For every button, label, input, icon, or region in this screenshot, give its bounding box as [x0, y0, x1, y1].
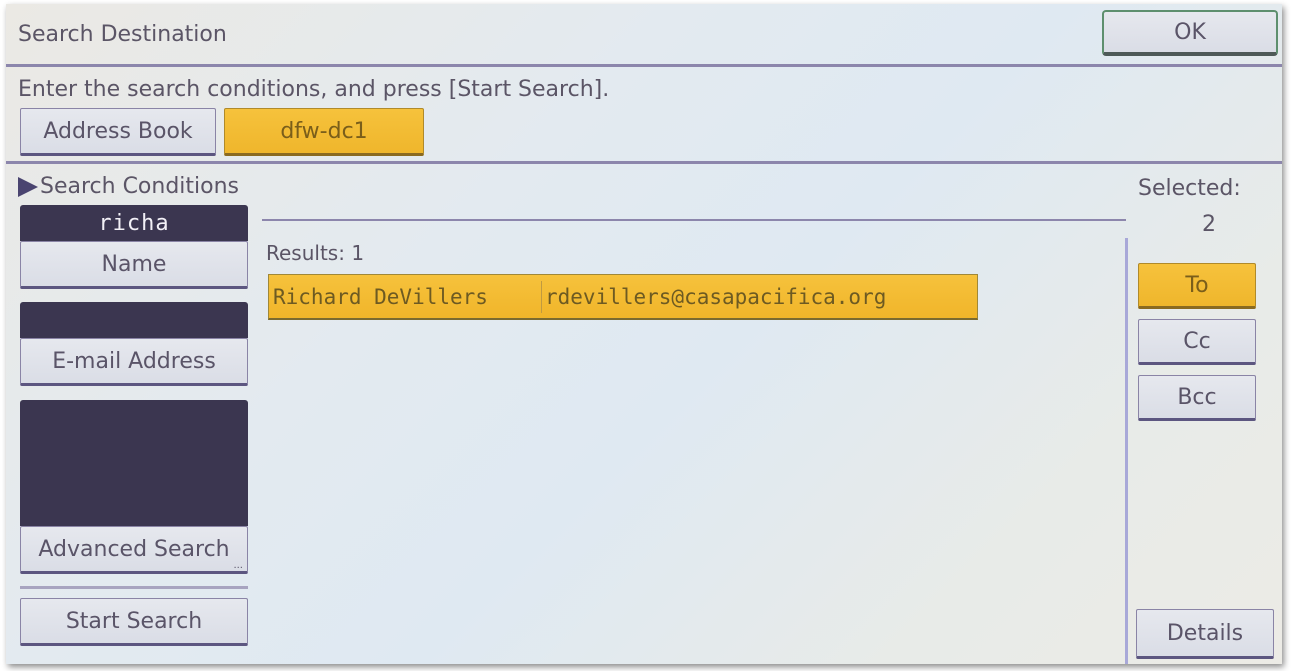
- header-divider: [6, 64, 1282, 67]
- search-conditions-text: Search Conditions: [40, 174, 240, 199]
- search-destination-screen: Search Destination OK Enter the search c…: [6, 4, 1282, 664]
- advanced-search-button[interactable]: Advanced Search ...: [20, 526, 248, 574]
- left-divider: [20, 586, 248, 589]
- bcc-button[interactable]: Bcc: [1138, 375, 1256, 421]
- result-row[interactable]: Richard DeVillers rdevillers@casapacific…: [268, 274, 978, 320]
- selected-label: Selected:: [1138, 176, 1241, 201]
- results-divider: [262, 219, 1126, 221]
- result-email: rdevillers@casapacifica.org: [545, 284, 887, 309]
- dfw-dc1-tab[interactable]: dfw-dc1: [224, 108, 424, 156]
- triangle-right-icon: [18, 176, 38, 197]
- column-separator: [541, 280, 542, 313]
- ok-button[interactable]: OK: [1102, 10, 1278, 56]
- email-field[interactable]: [20, 302, 248, 338]
- results-count: Results: 1: [266, 241, 365, 265]
- name-field[interactable]: richa: [20, 205, 248, 241]
- name-button[interactable]: Name: [20, 241, 248, 289]
- selected-count: 2: [1202, 212, 1216, 237]
- start-search-button[interactable]: Start Search: [20, 598, 248, 646]
- cc-button[interactable]: Cc: [1138, 319, 1256, 365]
- result-name: Richard DeVillers: [273, 284, 488, 309]
- details-button[interactable]: Details: [1136, 609, 1274, 659]
- ellipsis-icon: ...: [233, 560, 243, 571]
- search-conditions-label: Search Conditions: [18, 174, 239, 199]
- advanced-search-field[interactable]: [20, 400, 248, 526]
- to-button[interactable]: To: [1138, 263, 1256, 309]
- email-address-button[interactable]: E-mail Address: [20, 338, 248, 386]
- advanced-search-label: Advanced Search: [38, 536, 230, 562]
- instruction-text: Enter the search conditions, and press […: [18, 77, 610, 102]
- address-book-tab[interactable]: Address Book: [20, 108, 216, 156]
- right-panel-divider: [1125, 238, 1128, 664]
- page-title: Search Destination: [18, 22, 227, 47]
- tabs-divider: [6, 161, 1282, 164]
